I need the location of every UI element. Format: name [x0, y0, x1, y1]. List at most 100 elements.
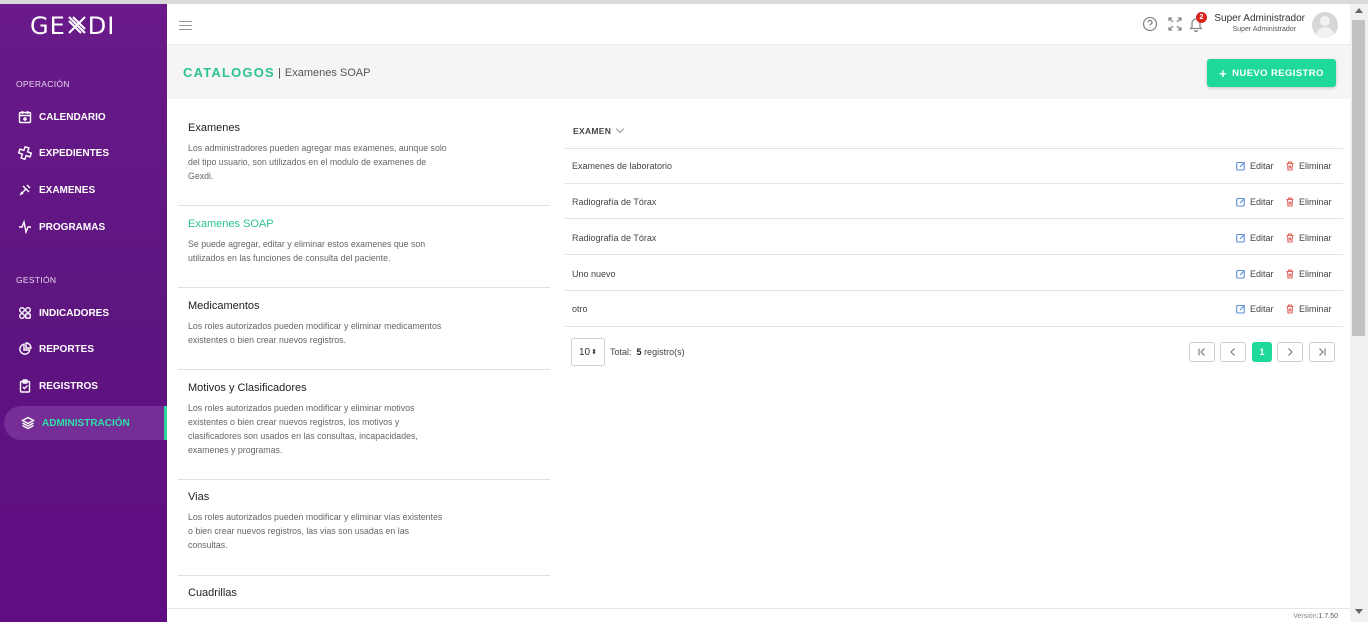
layers-icon: [21, 416, 35, 430]
catalog-description: Los roles autorizados pueden modificar y…: [188, 321, 442, 345]
sidebar-item-examenes[interactable]: EXAMENES: [0, 173, 167, 207]
scrollbar-thumb[interactable]: [1352, 20, 1365, 336]
edit-icon: [1236, 161, 1245, 171]
total-records: Total: 5 registro(s): [610, 347, 685, 357]
page-titlebar: CATALOGOS Examenes SOAP + NUEVO REGISTRO: [167, 45, 1350, 99]
plus-icon: +: [1219, 65, 1228, 81]
page-title: CATALOGOS: [183, 65, 275, 80]
divider: [565, 183, 1343, 184]
trash-icon: [1286, 161, 1294, 171]
edit-button[interactable]: Editar: [1236, 233, 1274, 243]
table-cell-name: Uno nuevo: [572, 269, 616, 279]
catalog-title: Motivos y Clasificadores: [188, 382, 307, 394]
catalog-item-vias[interactable]: Vias Los roles autorizados pueden modifi…: [178, 491, 550, 552]
sidebar-item-indicadores[interactable]: INDICADORES: [0, 296, 167, 330]
delete-button[interactable]: Eliminar: [1285, 161, 1332, 171]
trash-icon: [1286, 197, 1294, 207]
catalog-item-cuadrillas[interactable]: Cuadrillas: [178, 587, 550, 599]
sort-updown-icon: ⬍: [591, 349, 597, 356]
section-label-operacion: OPERACIÓN: [16, 79, 70, 89]
divider: [178, 205, 550, 206]
edit-icon: [1236, 233, 1245, 243]
divider: [565, 148, 1343, 149]
catalog-description: Se puede agregar, editar y eliminar esto…: [188, 239, 426, 263]
edit-button[interactable]: Editar: [1236, 269, 1274, 279]
catalog-item-motivos[interactable]: Motivos y Clasificadores Los roles autor…: [178, 382, 550, 457]
calendar-icon: [18, 111, 32, 124]
sidebar-item-calendario[interactable]: CALENDARIO: [0, 100, 167, 134]
medical-icon: [18, 146, 32, 160]
divider: [178, 479, 550, 480]
delete-button[interactable]: Eliminar: [1285, 304, 1332, 314]
page-button-1[interactable]: 1: [1252, 342, 1272, 362]
sidebar-item-registros[interactable]: REGISTROS: [0, 369, 167, 403]
last-page-button[interactable]: [1309, 342, 1335, 362]
sidebar-item-administracion[interactable]: ADMINISTRACIÓN: [4, 406, 167, 440]
trash-icon: [1286, 269, 1294, 279]
column-header-examen[interactable]: EXAMEN: [573, 124, 625, 136]
sidebar-item-label: PROGRAMAS: [39, 221, 106, 233]
catalog-title: Examenes SOAP: [188, 218, 274, 230]
chevron-left-icon: [1230, 348, 1235, 356]
page-size-select[interactable]: 10 ⬍: [571, 338, 605, 366]
prev-page-button[interactable]: [1220, 342, 1246, 362]
catalog-title: Vias: [188, 491, 210, 503]
sidebar-item-expedientes[interactable]: EXPEDIENTES: [0, 136, 167, 170]
catalog-item-medicamentos[interactable]: Medicamentos Los roles autorizados puede…: [178, 300, 550, 347]
avatar[interactable]: [1312, 12, 1338, 38]
fullscreen-icon[interactable]: [1167, 16, 1183, 32]
catalog-description: Los roles autorizados pueden modificar y…: [188, 403, 418, 455]
catalog-item-examenes[interactable]: Examenes Los administradores pueden agre…: [178, 122, 550, 183]
new-record-label: NUEVO REGISTRO: [1232, 67, 1324, 79]
table-cell-name: Examenes de laboratorio: [572, 161, 673, 171]
last-page-icon: [1319, 348, 1326, 356]
table-cell-name: Radiografía de Tórax: [572, 233, 657, 243]
help-icon[interactable]: [1142, 16, 1158, 32]
first-page-icon: [1198, 348, 1205, 356]
sidebar-item-reportes[interactable]: REPORTES: [0, 332, 167, 366]
sidebar: GE DI OPERACIÓN CALENDARIO EXPEDIENTES EX…: [0, 4, 167, 622]
sidebar-item-programas[interactable]: PROGRAMAS: [0, 210, 167, 244]
catalog-title: Examenes: [188, 122, 240, 134]
sidebar-item-label: CALENDARIO: [39, 111, 106, 123]
delete-button[interactable]: Eliminar: [1285, 269, 1332, 279]
catalog-title: Medicamentos: [188, 300, 260, 312]
divider: [178, 369, 550, 370]
pie-chart-icon: [19, 342, 32, 355]
edit-icon: [1236, 197, 1245, 207]
next-page-button[interactable]: [1277, 342, 1303, 362]
sidebar-item-label: EXPEDIENTES: [39, 147, 110, 159]
app-logo[interactable]: GE DI: [30, 12, 115, 40]
trash-icon: [1286, 233, 1294, 243]
pulse-icon: [19, 220, 31, 234]
user-name[interactable]: Super Administrador: [1214, 13, 1305, 24]
scroll-down-icon[interactable]: [1355, 609, 1363, 614]
edit-icon: [1236, 269, 1245, 279]
first-page-button[interactable]: [1189, 342, 1215, 362]
edit-button[interactable]: Editar: [1236, 304, 1274, 314]
logo-x-mark: [68, 16, 86, 34]
table-cell-name: Radiografía de Tórax: [572, 197, 657, 207]
user-role: Super Administrador: [1232, 26, 1296, 33]
scroll-up-icon[interactable]: [1355, 8, 1363, 13]
catalog-description: Los roles autorizados pueden modificar y…: [188, 512, 443, 550]
edit-button[interactable]: Editar: [1236, 161, 1274, 171]
menu-toggle-icon[interactable]: [179, 21, 192, 30]
new-record-button[interactable]: + NUEVO REGISTRO: [1207, 59, 1336, 87]
catalog-item-examenes-soap[interactable]: Examenes SOAP Se puede agregar, editar y…: [178, 218, 550, 265]
version-label: Versión:1.7.50: [1293, 613, 1338, 620]
divider: [565, 290, 1343, 291]
edit-icon: [1236, 304, 1245, 314]
sidebar-item-label: INDICADORES: [39, 307, 110, 319]
delete-button[interactable]: Eliminar: [1285, 197, 1332, 207]
syringe-icon: [19, 184, 31, 196]
divider: [178, 287, 550, 288]
grid-icon: [19, 307, 31, 319]
catalog-description: Los administradores pueden agregar mas e…: [188, 143, 447, 181]
edit-button[interactable]: Editar: [1236, 197, 1274, 207]
delete-button[interactable]: Eliminar: [1285, 233, 1332, 243]
footer-bar: [167, 608, 1350, 622]
sidebar-item-label: EXAMENES: [39, 184, 96, 196]
trash-icon: [1286, 304, 1294, 314]
clipboard-icon: [19, 379, 31, 393]
